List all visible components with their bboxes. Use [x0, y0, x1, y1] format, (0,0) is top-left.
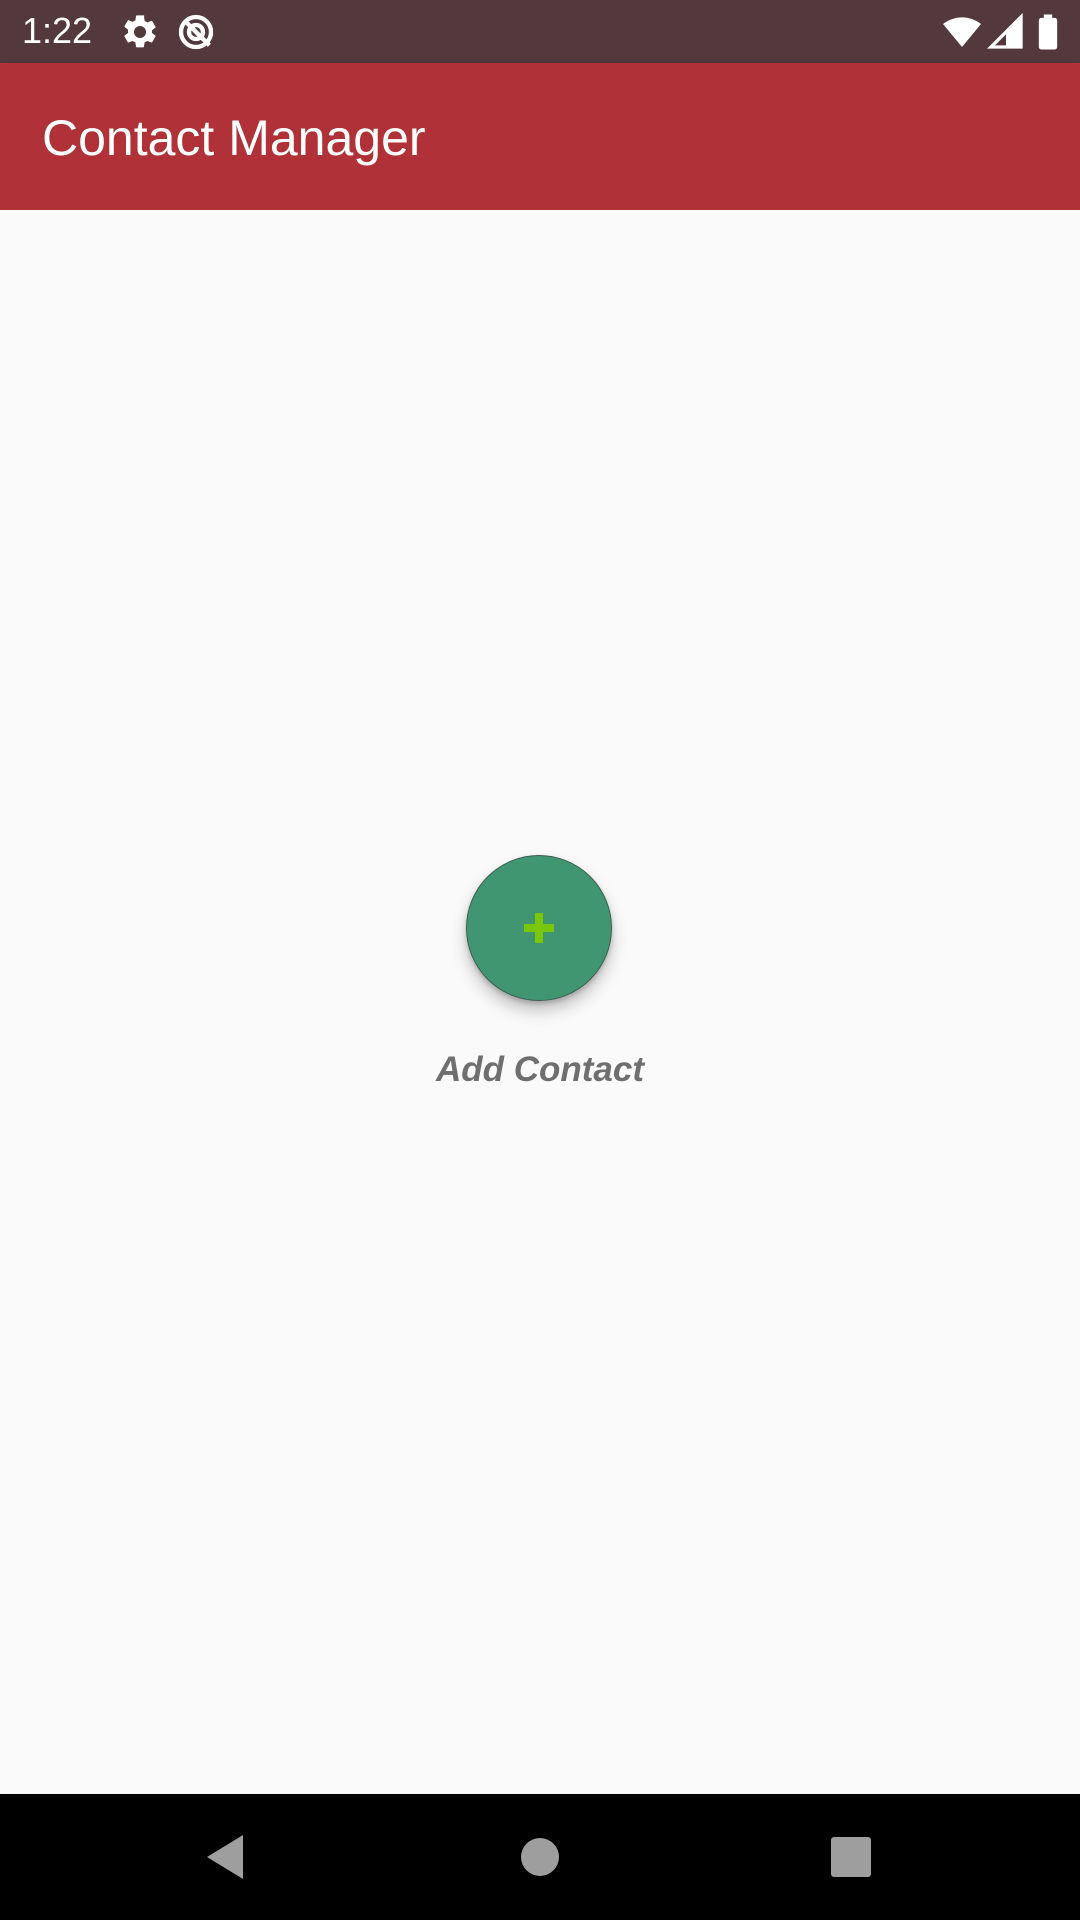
app-bar: Contact Manager [0, 63, 1080, 210]
recents-icon[interactable] [821, 1827, 881, 1887]
content-area [0, 210, 1080, 1794]
app-title: Contact Manager [42, 110, 426, 166]
status-time: 1:22 [22, 10, 93, 51]
add-contact-button[interactable] [466, 855, 612, 1001]
battery-icon [1038, 14, 1058, 50]
wifi-icon [943, 17, 981, 47]
navigation-bar [0, 1794, 1080, 1920]
back-icon[interactable] [195, 1827, 255, 1887]
cellular-signal-icon [986, 12, 1023, 49]
home-icon[interactable] [510, 1827, 570, 1887]
plus-icon [524, 913, 554, 943]
status-bar: 1:22 [0, 0, 1080, 63]
data-saver-icon [178, 14, 214, 50]
add-contact-label: Add Contact [435, 1050, 645, 1089]
screen: 1:22 Contact Manager Add Contact [0, 0, 1080, 1920]
settings-icon [124, 15, 156, 48]
